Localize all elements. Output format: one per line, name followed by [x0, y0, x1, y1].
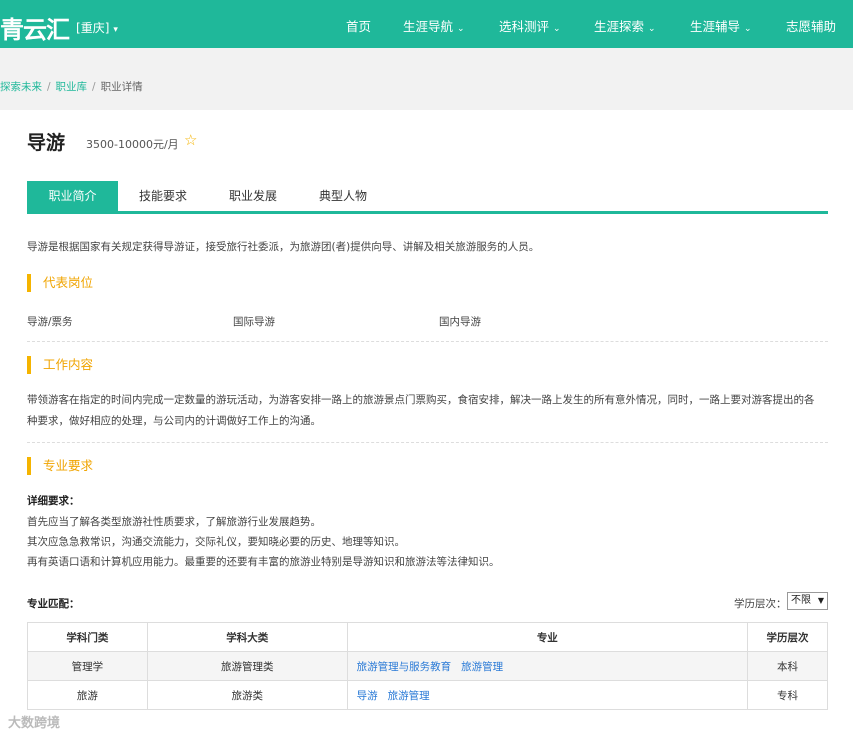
table-header-row: 学科门类 学科大类 专业 学历层次 — [27, 622, 828, 652]
nav-career-explore[interactable]: 生涯探索 ⌄ — [594, 16, 656, 35]
position-item: 国内导游 — [439, 316, 481, 328]
nav-label: 首页 — [346, 19, 372, 34]
table-cell: 旅游类 — [146, 680, 348, 710]
section-title-positions: 代表岗位 — [27, 274, 93, 292]
nav-label: 生涯辅导 — [690, 19, 741, 34]
work-line: 带领游客在指定的时间内完成一定数量的游玩活动，为游客安排一路上的旅游景点门票购买… — [27, 394, 815, 406]
table-cell-majors: 导游 旅游管理 — [346, 680, 749, 710]
tab-career-development[interactable]: 职业发展 — [208, 181, 298, 211]
tab-career-intro[interactable]: 职业简介 — [27, 181, 118, 211]
table-cell: 管理学 — [27, 651, 148, 681]
chevron-down-icon: ▼ — [817, 596, 824, 605]
table-cell: 旅游 — [27, 680, 148, 710]
column-header: 学科门类 — [27, 622, 148, 652]
nav-subject-assessment[interactable]: 选科测评 ⌄ — [499, 16, 561, 35]
chevron-down-icon: ⌄ — [457, 24, 465, 34]
table-row: 管理学 旅游管理类 旅游管理与服务教育 旅游管理 本科 — [27, 651, 828, 681]
breadcrumb-explore[interactable]: 探索未来 — [0, 81, 42, 93]
requirements-text: 首先应当了解各类型旅游社性质要求，了解旅游行业发展趋势。 其次应急急救常识，沟通… — [27, 512, 827, 572]
section-title-work: 工作内容 — [27, 356, 93, 374]
work-description: 带领游客在指定的时间内完成一定数量的游玩活动，为游客安排一路上的旅游景点门票购买… — [27, 390, 827, 432]
page-title: 导游 — [27, 132, 66, 154]
chevron-down-icon: ⌄ — [648, 24, 656, 34]
major-link[interactable]: 导游 — [357, 690, 378, 702]
table-cell: 旅游管理类 — [146, 651, 348, 681]
table-row: 旅游 旅游类 导游 旅游管理 专科 — [27, 680, 828, 710]
major-link[interactable]: 旅游管理与服务教育 — [357, 661, 452, 673]
column-header: 学科大类 — [146, 622, 348, 652]
site-logo[interactable]: 青云汇 — [0, 10, 70, 45]
position-item: 国际导游 — [233, 316, 275, 328]
nav-label: 选科测评 — [499, 19, 550, 34]
requirement-line: 首先应当了解各类型旅游社性质要求，了解旅游行业发展趋势。 — [27, 516, 321, 528]
table-cell-majors: 旅游管理与服务教育 旅游管理 — [346, 651, 749, 681]
major-link[interactable]: 旅游管理 — [388, 690, 430, 702]
education-level-value: 不限 — [791, 595, 811, 606]
chevron-down-icon: ▾ — [113, 25, 118, 35]
divider — [27, 442, 828, 443]
major-match-label: 专业匹配： — [27, 598, 80, 610]
major-link[interactable]: 旅游管理 — [461, 661, 503, 673]
nav-label: 生涯探索 — [594, 19, 645, 34]
divider — [27, 341, 828, 342]
tab-skill-requirements[interactable]: 技能要求 — [118, 181, 208, 211]
nav-home[interactable]: 首页 — [346, 16, 371, 35]
education-level-select[interactable]: 不限 ▼ — [787, 592, 828, 610]
requirement-line: 再有英语口语和计算机应用能力。最重要的还要有丰富的旅游业特别是导游知识和旅游法等… — [27, 556, 500, 568]
city-selector[interactable]: [重庆] ▾ — [76, 19, 118, 36]
requirements-label: 详细要求： — [27, 495, 80, 507]
chevron-down-icon: ⌄ — [553, 24, 561, 34]
nav-label: 生涯导航 — [403, 19, 454, 34]
breadcrumb-current: 职业详情 — [100, 81, 143, 93]
education-level-label: 学历层次： — [734, 598, 787, 610]
tab-bar: 职业简介 技能要求 职业发展 典型人物 — [27, 181, 828, 214]
star-icon[interactable]: ☆ — [184, 131, 197, 149]
nav-career-coaching[interactable]: 生涯辅导 ⌄ — [690, 16, 752, 35]
career-intro-text: 导游是根据国家有关规定获得导游证，接受旅行社委派，为旅游团(者)提供向导、讲解及… — [27, 241, 540, 253]
city-label: 重庆 — [80, 21, 105, 35]
salary-range: 3500-10000元/月 — [86, 138, 179, 151]
nav-label: 志愿辅助 — [786, 19, 837, 34]
nav-career-navigation[interactable]: 生涯导航 ⌄ — [403, 16, 465, 35]
chevron-down-icon: ⌄ — [744, 24, 752, 34]
breadcrumb-career-library[interactable]: 职业库 — [56, 81, 88, 93]
table-cell: 专科 — [747, 680, 828, 710]
table-cell: 本科 — [747, 651, 828, 681]
column-header: 专业 — [346, 622, 749, 652]
breadcrumb: 探索未来 / 职业库 / 职业详情 — [0, 81, 143, 93]
watermark: 大数跨境 — [8, 716, 61, 731]
top-header: 青云汇 [重庆] ▾ 首页 生涯导航 ⌄ 选科测评 ⌄ 生涯探索 ⌄ 生涯辅导 ⌄ 志愿辅… — [0, 0, 853, 48]
column-header: 学历层次 — [747, 622, 828, 652]
nav-application-assist[interactable]: 志愿辅助 — [786, 16, 836, 35]
position-item: 导游/票务 — [27, 316, 73, 328]
requirement-line: 其次应急急救常识，沟通交流能力，交际礼仪，要知晓必要的历史、地理等知识。 — [27, 536, 405, 548]
tab-typical-people[interactable]: 典型人物 — [298, 181, 388, 211]
section-title-requirements: 专业要求 — [27, 457, 93, 475]
major-table: 学科门类 学科大类 专业 学历层次 管理学 旅游管理类 旅游管理与服务教育 旅游管… — [27, 622, 828, 710]
work-line: 种要求，做好相应的处理，与公司内的计调做好工作上的沟通。 — [27, 415, 321, 427]
